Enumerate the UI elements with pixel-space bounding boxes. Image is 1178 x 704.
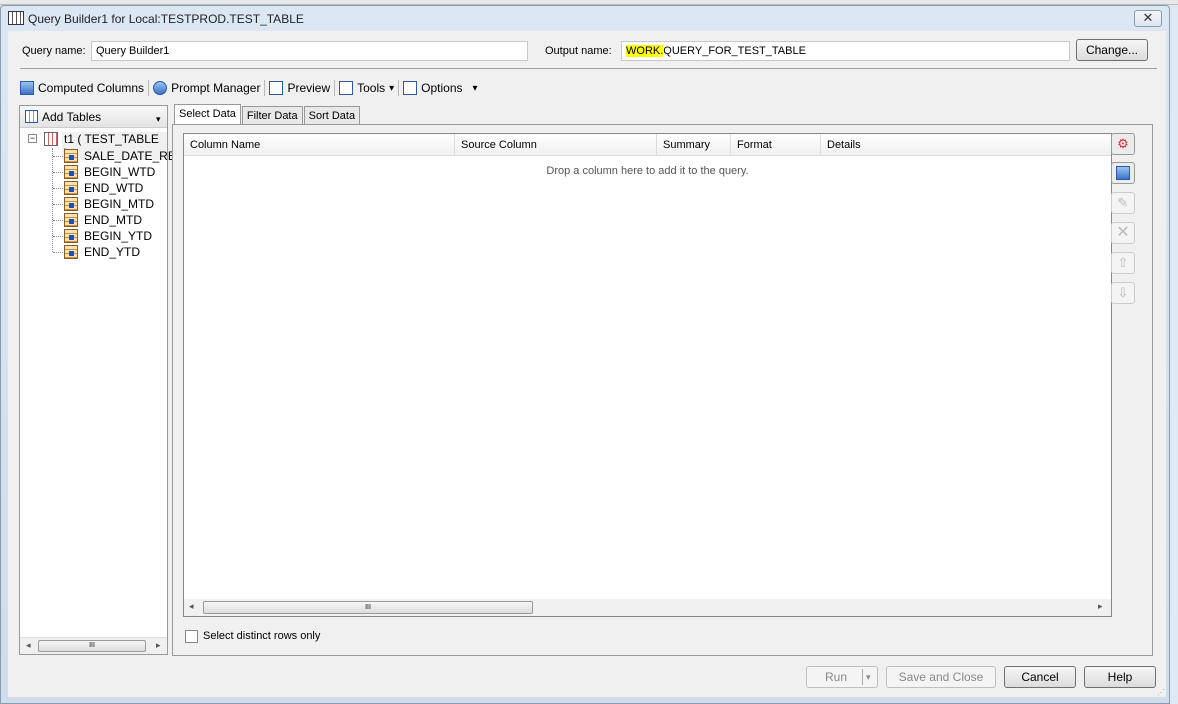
scroll-left-icon[interactable]: ◂ bbox=[189, 601, 194, 612]
grid-header: Column Name Source Column Summary Format… bbox=[184, 134, 1111, 156]
column-label: BEGIN_YTD bbox=[84, 229, 153, 243]
tree-column-item[interactable]: END_WTD bbox=[53, 180, 143, 196]
tree-line bbox=[53, 219, 63, 221]
scroll-thumb[interactable]: III bbox=[38, 640, 146, 652]
scroll-right-icon[interactable]: ▸ bbox=[1098, 601, 1103, 612]
chevron-down-icon: ▾ bbox=[389, 82, 395, 94]
close-button[interactable]: ✕ bbox=[1134, 10, 1162, 27]
output-name-input[interactable]: WORK.QUERY_FOR_TEST_TABLE bbox=[621, 41, 1070, 61]
tree-line bbox=[53, 171, 63, 173]
window-title: Query Builder1 for Local:TESTPROD.TEST_T… bbox=[28, 12, 304, 26]
tree-line bbox=[53, 203, 63, 205]
resize-grip[interactable]: ⋰ bbox=[1157, 688, 1165, 697]
computed-columns-button[interactable]: Computed Columns bbox=[20, 81, 144, 95]
preview-icon bbox=[269, 81, 284, 95]
tree-columns: SALE_DATE_RE BEGIN_WTD END_WTD BEGIN_MTD END… bbox=[53, 148, 176, 264]
output-table-name: QUERY_FOR_TEST_TABLE bbox=[663, 45, 806, 57]
column-header-format[interactable]: Format bbox=[731, 134, 821, 156]
tree-column-item[interactable]: END_MTD bbox=[53, 212, 142, 228]
run-button[interactable]: Run ▾ bbox=[806, 666, 878, 688]
divider bbox=[20, 68, 1157, 69]
prompt-manager-icon bbox=[153, 81, 168, 95]
column-label: END_YTD bbox=[84, 245, 141, 259]
delete-column-button[interactable]: ✕ bbox=[1111, 222, 1135, 244]
column-header-column-name[interactable]: Column Name bbox=[184, 134, 455, 156]
tree-column-item[interactable]: BEGIN_WTD bbox=[53, 164, 155, 180]
empty-grid-hint: Drop a column here to add it to the quer… bbox=[546, 165, 749, 177]
column-icon bbox=[64, 229, 78, 243]
pane-menu-icon[interactable]: ▾ bbox=[156, 114, 161, 125]
tree-column-item[interactable]: BEGIN_MTD bbox=[53, 196, 154, 212]
add-tables-button[interactable]: Add Tables ▾ bbox=[20, 106, 167, 128]
tree-column-item[interactable]: BEGIN_YTD bbox=[53, 228, 152, 244]
tables-horizontal-scrollbar[interactable]: ◂ III ▸ bbox=[20, 637, 167, 654]
tools-icon bbox=[339, 81, 354, 95]
toolbar-separator bbox=[398, 80, 400, 96]
tree-line bbox=[53, 187, 63, 189]
help-button[interactable]: Help bbox=[1084, 666, 1156, 688]
column-label: END_WTD bbox=[84, 181, 144, 195]
chevron-down-icon: ▾ bbox=[472, 82, 478, 94]
options-icon bbox=[403, 81, 418, 95]
column-label: BEGIN_WTD bbox=[84, 165, 156, 179]
distinct-rows-label: Select distinct rows only bbox=[203, 630, 321, 642]
tab-select-data[interactable]: Select Data bbox=[174, 104, 241, 125]
tree-column-item[interactable]: SALE_DATE_RE bbox=[53, 148, 176, 164]
grid-horizontal-scrollbar[interactable]: ◂ III ▸ bbox=[184, 599, 1111, 616]
collapse-icon[interactable]: − bbox=[28, 134, 37, 143]
options-menu[interactable]: Options ▾ bbox=[403, 81, 478, 95]
calculator-icon bbox=[1116, 166, 1130, 180]
tab-strip: Select Data Filter Data Sort Data bbox=[174, 104, 361, 125]
preview-button[interactable]: Preview bbox=[269, 81, 330, 95]
edit-column-button[interactable]: ✎ bbox=[1111, 192, 1135, 214]
column-header-summary[interactable]: Summary bbox=[657, 134, 731, 156]
distinct-rows-checkbox[interactable] bbox=[185, 630, 198, 643]
column-header-source-column[interactable]: Source Column bbox=[455, 134, 657, 156]
column-icon bbox=[64, 149, 78, 163]
scroll-thumb[interactable]: III bbox=[203, 601, 533, 614]
column-icon bbox=[64, 213, 78, 227]
split-divider bbox=[862, 669, 863, 685]
scroll-right-icon[interactable]: ▸ bbox=[156, 640, 161, 651]
column-label: BEGIN_MTD bbox=[84, 197, 155, 211]
prompt-manager-button[interactable]: Prompt Manager bbox=[153, 81, 260, 95]
table-icon bbox=[44, 132, 58, 146]
column-icon bbox=[64, 197, 78, 211]
query-builder-icon bbox=[8, 11, 24, 25]
computed-column-button[interactable] bbox=[1111, 162, 1135, 184]
toolbar-separator bbox=[334, 80, 336, 96]
toolbar: Computed Columns Prompt Manager Preview … bbox=[20, 80, 478, 96]
cancel-button[interactable]: Cancel bbox=[1004, 666, 1076, 688]
save-and-close-button[interactable]: Save and Close bbox=[886, 666, 996, 688]
tree-column-item[interactable]: END_YTD bbox=[53, 244, 140, 260]
tables-pane: Add Tables ▾ − t1 ( TEST_TABLE ) SALE_DA… bbox=[19, 105, 176, 655]
column-label: END_MTD bbox=[84, 213, 143, 227]
calculator-icon bbox=[20, 81, 34, 95]
toolbar-separator bbox=[264, 80, 266, 96]
column-icon bbox=[64, 181, 78, 195]
query-name-label: Query name: bbox=[22, 45, 86, 57]
tree-line bbox=[53, 155, 63, 157]
tab-sort-data[interactable]: Sort Data bbox=[303, 106, 361, 125]
column-label: SALE_DATE_RE bbox=[84, 149, 176, 163]
query-name-input[interactable]: Query Builder1 bbox=[91, 41, 528, 61]
tree-line bbox=[53, 235, 63, 237]
tools-menu[interactable]: Tools ▾ bbox=[339, 81, 394, 95]
toolbar-separator bbox=[148, 80, 150, 96]
move-down-button[interactable]: ⇩ bbox=[1111, 282, 1135, 304]
add-table-icon bbox=[25, 110, 38, 123]
change-button[interactable]: Change... bbox=[1076, 39, 1148, 61]
move-up-button[interactable]: ⇧ bbox=[1111, 252, 1135, 274]
scroll-left-icon[interactable]: ◂ bbox=[26, 640, 31, 651]
tab-filter-data[interactable]: Filter Data bbox=[241, 106, 303, 125]
column-icon bbox=[64, 165, 78, 179]
column-icon bbox=[64, 245, 78, 259]
column-header-details[interactable]: Details bbox=[821, 134, 1111, 156]
chevron-down-icon[interactable]: ▾ bbox=[866, 667, 871, 687]
output-name-label: Output name: bbox=[545, 45, 612, 57]
tree-line bbox=[53, 251, 63, 253]
output-library-highlight: WORK. bbox=[626, 45, 664, 57]
selected-columns-grid[interactable]: Column Name Source Column Summary Format… bbox=[183, 133, 1112, 617]
add-parameter-button[interactable]: ⚙ bbox=[1111, 133, 1135, 155]
